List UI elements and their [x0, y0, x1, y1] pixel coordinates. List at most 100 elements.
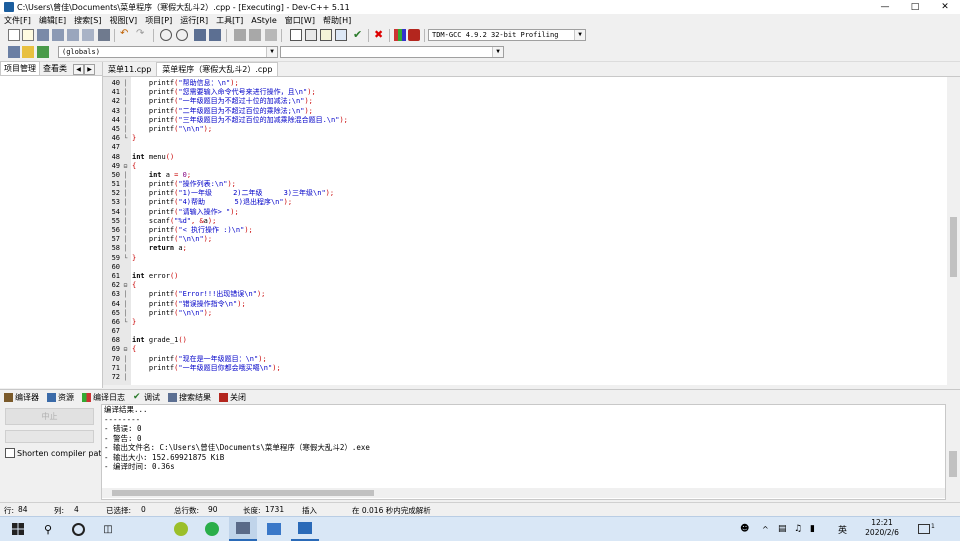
- chevron-down-icon[interactable]: ▼: [574, 30, 585, 40]
- code-line[interactable]: 63 │ printf("Error!!!出现错误\n");: [103, 290, 947, 299]
- code-line[interactable]: 59 └}: [103, 254, 947, 263]
- menu-project[interactable]: 项目[P]: [141, 15, 176, 26]
- code-line[interactable]: 54 │ printf("请输入操作> ");: [103, 208, 947, 217]
- code-line[interactable]: 49 ⊟{: [103, 162, 947, 171]
- start-button[interactable]: [4, 517, 32, 541]
- abort-compile-button[interactable]: 中止: [5, 408, 94, 425]
- tab-file-2[interactable]: 菜单程序（寒假大乱斗2）.cpp: [156, 62, 279, 76]
- insert-icon[interactable]: [8, 46, 20, 58]
- minimize-icon[interactable]: —: [870, 0, 900, 14]
- save-all-icon[interactable]: [52, 29, 64, 41]
- code-line[interactable]: 45 │ printf("\n\n");: [103, 125, 947, 134]
- code-line[interactable]: 60: [103, 263, 947, 272]
- close-file-icon[interactable]: [67, 29, 79, 41]
- menu-edit[interactable]: 编辑[E]: [35, 15, 70, 26]
- member-select[interactable]: ▼: [280, 46, 504, 58]
- code-line[interactable]: 55 │ scanf("%d", &a);: [103, 217, 947, 226]
- scope-select[interactable]: (globals) ▼: [58, 46, 278, 58]
- code-line[interactable]: 65 │ printf("\n\n");: [103, 309, 947, 318]
- menu-file[interactable]: 文件[F]: [0, 15, 35, 26]
- undo-icon[interactable]: ↶: [120, 29, 132, 41]
- tab-project[interactable]: 项目管理: [0, 61, 40, 75]
- tab-search-results[interactable]: 搜索结果: [164, 392, 215, 403]
- goto-line-icon[interactable]: [209, 29, 221, 41]
- unindent-icon[interactable]: [249, 29, 261, 41]
- code-line[interactable]: 69 ⊟{: [103, 345, 947, 354]
- log-vertical-scrollbar[interactable]: [946, 404, 960, 500]
- save-icon[interactable]: [37, 29, 49, 41]
- ime-indicator[interactable]: 英: [838, 517, 847, 541]
- code-line[interactable]: 56 │ printf("< 执行操作 :)\n");: [103, 226, 947, 235]
- code-line[interactable]: 57 │ printf("\n\n");: [103, 235, 947, 244]
- project-remove-icon[interactable]: [320, 29, 332, 41]
- close-icon[interactable]: ✕: [930, 0, 960, 14]
- scrollbar-thumb[interactable]: [950, 217, 957, 277]
- code-line[interactable]: 66 └}: [103, 318, 947, 327]
- code-line[interactable]: 68 int grade_1(): [103, 336, 947, 345]
- menu-help[interactable]: 帮助[H]: [319, 15, 355, 26]
- show-hidden-icons-icon[interactable]: ^: [762, 517, 769, 541]
- code-editor[interactable]: 40 │ printf("帮助信息：\n"); 41 │ printf("您需要输入命…: [103, 77, 947, 385]
- code-line[interactable]: 42 │ printf("一年级题目为不超过十位的加减法;\n");: [103, 97, 947, 106]
- code-line[interactable]: 46 └}: [103, 134, 947, 143]
- code-line[interactable]: 41 │ printf("您需要输入命令代号来进行操作，且\n");: [103, 88, 947, 97]
- tab-resources[interactable]: 资源: [43, 392, 78, 403]
- code-line[interactable]: 70 │ printf("现在是一年级题目：\n");: [103, 355, 947, 364]
- goto-bookmark-icon[interactable]: [37, 46, 49, 58]
- print-icon[interactable]: [98, 29, 110, 41]
- check-syntax-icon[interactable]: ✔: [353, 29, 365, 41]
- menu-tools[interactable]: 工具[T]: [212, 15, 247, 26]
- code-line[interactable]: 40 │ printf("帮助信息：\n");: [103, 79, 947, 88]
- taskbar-devcpp-icon[interactable]: [229, 517, 257, 541]
- code-line[interactable]: 50 │ int a = 0;: [103, 171, 947, 180]
- people-icon[interactable]: ☻: [740, 517, 749, 541]
- code-line[interactable]: 48 int menu(): [103, 153, 947, 162]
- close-all-icon[interactable]: [82, 29, 94, 41]
- chevron-left-icon[interactable]: ◀: [73, 64, 84, 75]
- menu-window[interactable]: 窗口[W]: [281, 15, 319, 26]
- menu-astyle[interactable]: AStyle: [247, 16, 281, 25]
- code-line[interactable]: 62 ⊟{: [103, 281, 947, 290]
- shorten-paths-checkbox[interactable]: Shorten compiler paths: [5, 448, 111, 458]
- compiler-select[interactable]: TDM-GCC 4.9.2 32-bit Profiling ▼: [428, 29, 586, 41]
- taskbar-app-1-icon[interactable]: [167, 517, 195, 541]
- tab-file-1[interactable]: 菜单11.cpp: [103, 63, 156, 76]
- taskbar-clock[interactable]: 12:21 2020/2/6: [862, 518, 902, 538]
- open-file-icon[interactable]: [22, 29, 34, 41]
- tab-compile-log[interactable]: 编译日志: [78, 392, 129, 403]
- checkbox-icon[interactable]: [5, 448, 15, 458]
- bookmark-icon[interactable]: [22, 46, 34, 58]
- menu-search[interactable]: 搜索[S]: [70, 15, 105, 26]
- network-icon[interactable]: ▤: [778, 517, 787, 541]
- fold-marker[interactable]: ⊟: [122, 345, 129, 354]
- indent-icon[interactable]: [234, 29, 246, 41]
- taskbar-photos-icon[interactable]: [291, 517, 319, 541]
- chevron-right-icon[interactable]: ▶: [84, 64, 95, 75]
- fold-marker[interactable]: ⊟: [122, 281, 129, 290]
- task-view-icon[interactable]: ◫: [94, 517, 122, 541]
- code-line[interactable]: 58 │ return a;: [103, 244, 947, 253]
- log-horizontal-scrollbar[interactable]: [102, 488, 945, 498]
- new-file-icon[interactable]: [8, 29, 20, 41]
- compile-log-output[interactable]: 编译结果... -------- - 错误: 0 - 警告: 0 - 输出文件名…: [101, 404, 946, 500]
- code-line[interactable]: 43 │ printf("二年级题目为不超过百位的乘除法;\n");: [103, 107, 947, 116]
- taskbar-app-4-icon[interactable]: [260, 517, 288, 541]
- fold-marker[interactable]: ⊟: [122, 162, 129, 171]
- tab-close[interactable]: 关闭: [215, 392, 250, 403]
- tab-compiler[interactable]: 编译器: [0, 392, 43, 403]
- scrollbar-thumb[interactable]: [112, 490, 374, 496]
- chevron-down-icon[interactable]: ▼: [492, 47, 503, 57]
- stop-icon[interactable]: ✖: [374, 29, 386, 41]
- taskbar-wechat-icon[interactable]: [198, 517, 226, 541]
- menu-run[interactable]: 运行[R]: [176, 15, 212, 26]
- scrollbar-thumb[interactable]: [949, 451, 957, 477]
- search-icon[interactable]: ⚲: [34, 517, 62, 541]
- code-line[interactable]: 47: [103, 143, 947, 152]
- compile-run-icon[interactable]: [408, 29, 420, 41]
- find-next-icon[interactable]: [194, 29, 206, 41]
- menu-view[interactable]: 视图[V]: [105, 15, 141, 26]
- maximize-icon[interactable]: □: [900, 0, 930, 14]
- code-line[interactable]: 51 │ printf("操作列表:\n");: [103, 180, 947, 189]
- project-new-icon[interactable]: [290, 29, 302, 41]
- volume-icon[interactable]: ♫: [794, 517, 802, 541]
